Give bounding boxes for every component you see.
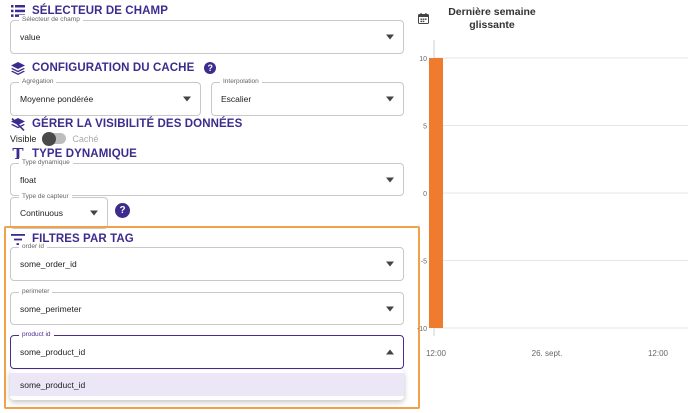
interpolation-select[interactable]: Interpolation Escalier (211, 77, 404, 116)
toggle-knob (42, 131, 57, 146)
interpolation-label: Interpolation (220, 77, 262, 87)
hidden-label: Caché (72, 133, 99, 144)
tag-filters-title-text: FILTRES PAR TAG (32, 233, 134, 245)
help-icon[interactable]: ? (204, 62, 217, 74)
visible-label: Visible (10, 133, 37, 144)
visibility-toggle[interactable] (42, 131, 67, 146)
dynamic-type-label: Type dynamique (19, 158, 73, 168)
perimeter-select[interactable]: perimeter some_perimeter (10, 287, 404, 325)
aggregation-value: Moyenne pondérée (20, 94, 94, 104)
dynamic-type-value: float (20, 174, 37, 185)
field-selector-label: Sélecteur de champ (19, 15, 83, 25)
page: SÉLECTEUR DE CHAMP Sélecteur de champ va… (0, 0, 688, 413)
cache-config-title-text: CONFIGURATION DU CACHE (32, 62, 195, 74)
hide-layers-icon (10, 117, 26, 131)
cache-config-title: CONFIGURATION DU CACHE ? (10, 61, 217, 75)
chevron-up-icon (386, 349, 394, 355)
x-tick-label: 26. sept. (532, 349, 563, 358)
order-id-select[interactable]: order id some_order_id (10, 242, 404, 281)
order-id-value: some_order_id (20, 259, 77, 269)
chevron-down-icon (386, 306, 394, 311)
x-tick-label: 12:00 (648, 349, 669, 358)
order-id-label: order id (19, 242, 48, 252)
chart-title: Dernière semaine glissante (448, 6, 536, 31)
chevron-down-icon (386, 96, 394, 102)
chevron-down-icon (386, 177, 394, 182)
y-tick-label: -5 (421, 259, 427, 266)
bar (429, 58, 443, 328)
aggregation-label: Agrégation (19, 77, 57, 87)
x-tick-label: 12:00 (426, 349, 447, 358)
y-tick-label: -10 (417, 326, 427, 333)
bar-chart: 1050-5-1012:0026. sept.12:0027. sept.12:… (417, 40, 688, 358)
product-id-dropdown-menu: some_product_id (10, 370, 404, 400)
chevron-down-icon (386, 34, 394, 40)
interpolation-value: Escalier (221, 94, 252, 104)
product-id-select[interactable]: product id some_product_id (10, 330, 404, 369)
chevron-down-icon (90, 210, 98, 216)
field-selector-select[interactable]: Sélecteur de champ value (10, 15, 404, 54)
chart-header: Dernière semaine glissante (414, 6, 688, 36)
product-id-value: some_product_id (20, 347, 86, 357)
y-tick-label: 5 (423, 124, 427, 131)
field-selector-value: value (20, 32, 41, 42)
perimeter-label: perimeter (19, 287, 53, 297)
sensor-type-value: Continuous (20, 208, 64, 218)
chevron-down-icon (183, 96, 191, 102)
layers-icon (10, 61, 26, 75)
y-tick-label: 0 (423, 191, 427, 198)
sensor-type-select[interactable]: Type de capteur Continuous (10, 192, 108, 229)
dropdown-option[interactable]: some_product_id (10, 373, 404, 396)
visibility-toggle-row: Visible Caché (10, 131, 99, 146)
perimeter-value: some_perimeter (20, 303, 82, 314)
aggregation-select[interactable]: Agrégation Moyenne pondérée (10, 77, 201, 116)
visibility-title: GÉRER LA VISIBILITÉ DES DONNÉES (10, 117, 242, 131)
sensor-help-icon[interactable]: ? (115, 203, 130, 218)
sensor-type-label: Type de capteur (19, 192, 72, 202)
visibility-title-text: GÉRER LA VISIBILITÉ DES DONNÉES (32, 118, 243, 130)
calendar-icon[interactable] (418, 13, 429, 24)
chevron-down-icon (386, 261, 394, 267)
product-id-label: product id (19, 330, 54, 340)
y-tick-label: 10 (419, 56, 427, 63)
